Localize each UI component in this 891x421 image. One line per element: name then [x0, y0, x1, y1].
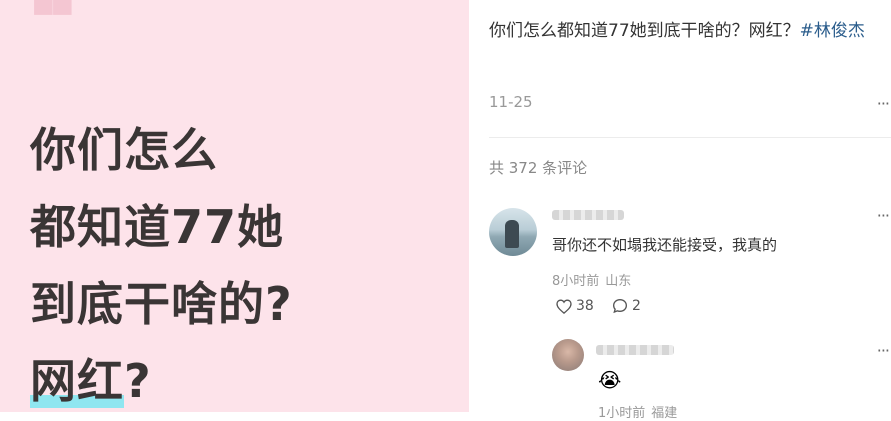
- like-button[interactable]: 38: [556, 298, 594, 314]
- comment-time: 8小时前: [552, 274, 600, 289]
- crying-emoji-icon: 😭: [598, 368, 622, 392]
- post-caption: 你们怎么都知道77她到底干啥的？网红？#林俊杰: [489, 16, 889, 46]
- reply-author-name-blurred[interactable]: [596, 345, 674, 355]
- post-date: 11-25: [489, 93, 533, 111]
- comment-text: 哥你还不如塌我还能接受，我真的: [552, 236, 778, 254]
- comment-bubble-icon: [612, 298, 628, 314]
- comment-location: 山东: [605, 274, 632, 289]
- commenter-name-blurred[interactable]: [552, 210, 624, 220]
- reply-time: 1小时前: [598, 406, 646, 421]
- headline-line-2: 都知道77她: [30, 200, 285, 254]
- caption-text: 你们怎么都知道77她到底干啥的？网红？: [489, 21, 800, 41]
- comment-meta: 8小时前 山东: [552, 270, 637, 289]
- commenter-avatar[interactable]: [489, 208, 537, 256]
- hashtag-link[interactable]: #林俊杰: [800, 21, 865, 41]
- headline-line-4: 网红?: [30, 343, 293, 412]
- headline-line-3: 到底干啥的?: [30, 277, 293, 331]
- quote-mark-icon: ❝: [28, 0, 76, 69]
- post-image[interactable]: ❝ 你们怎么 都知道77她 到底干啥的? 网红?: [0, 0, 469, 412]
- headline-suffix: ?: [124, 354, 152, 408]
- divider: [489, 137, 891, 138]
- comment-more-icon[interactable]: ···: [877, 206, 890, 225]
- highlighted-word: 网红: [30, 354, 124, 408]
- comment-count: 共 372 条评论: [489, 159, 588, 177]
- reply-count: 2: [632, 298, 641, 314]
- post-detail-panel: 你们怎么都知道77她到底干啥的？网红？#林俊杰 11-25 ··· 共 372 …: [469, 0, 891, 421]
- reply-location: 福建: [651, 406, 678, 421]
- like-count: 38: [576, 298, 594, 314]
- post-more-icon[interactable]: ···: [877, 94, 890, 113]
- heart-icon: [556, 298, 572, 314]
- reply-more-icon[interactable]: ···: [877, 341, 890, 360]
- reply-avatar[interactable]: [552, 339, 584, 371]
- headline-line-1: 你们怎么: [30, 123, 218, 177]
- image-headline: 你们怎么 都知道77她 到底干啥的? 网红?: [30, 112, 293, 412]
- reply-button[interactable]: 2: [612, 298, 641, 314]
